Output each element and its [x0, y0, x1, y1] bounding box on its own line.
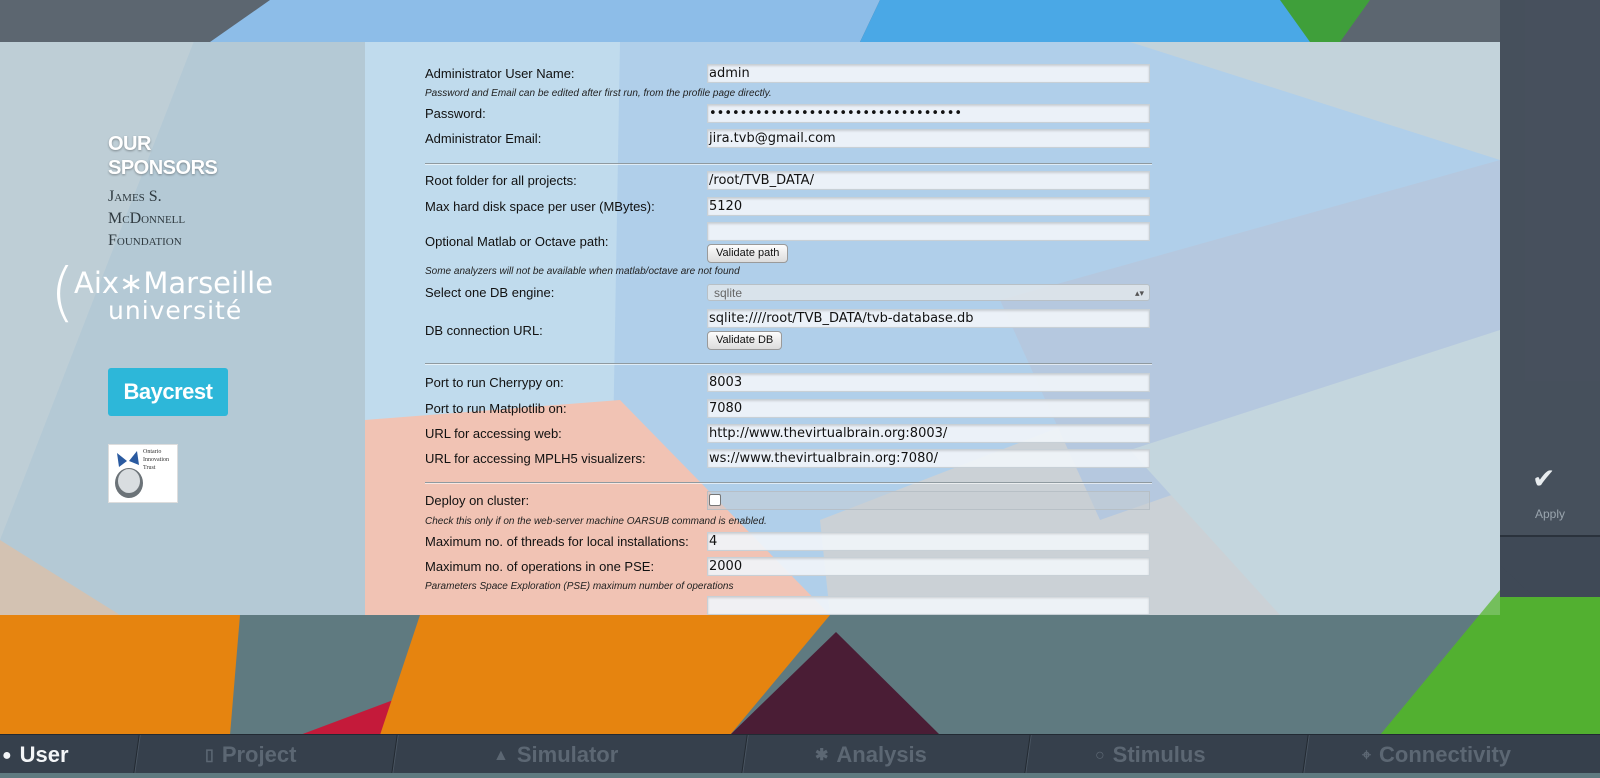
tab-simulator[interactable]: ▲ Simulator [493, 735, 618, 773]
pse-input[interactable]: 2000 [707, 557, 1150, 576]
admin-hint: Password and Email can be edited after f… [425, 88, 772, 99]
validate-path-button[interactable]: Validate path [707, 244, 789, 263]
root-folder-label: Root folder for all projects: [425, 173, 577, 188]
matlab-path-input[interactable] [707, 222, 1150, 241]
settings-form: Administrator User Name: admin Password … [365, 42, 1500, 615]
cherrypy-label: Port to run Cherrypy on: [425, 375, 564, 390]
user-icon: ● [2, 747, 12, 764]
action-panel: ✔ Apply [1500, 0, 1600, 597]
oit-text: Ontario Innovation Trust [143, 448, 177, 472]
matplotlib-port-input[interactable]: 7080 [707, 399, 1150, 418]
tab-label: Stimulus [1112, 742, 1206, 767]
cutoff-input[interactable] [707, 596, 1150, 615]
email-label: Administrator Email: [425, 131, 542, 146]
db-engine-label: Select one DB engine: [425, 285, 555, 300]
baycrest-logo: Baycrest [108, 368, 228, 416]
tab-label: Connectivity [1379, 742, 1512, 767]
action-panel-corner [1500, 535, 1600, 597]
sponsors-title-line: SPONSORS [108, 157, 218, 179]
cherrypy-port-input[interactable]: 8003 [707, 373, 1150, 392]
deploy-cluster-checkbox[interactable] [709, 494, 721, 506]
mcdonnell-line: McDonnell [108, 210, 186, 227]
apply-label: Apply [1534, 507, 1566, 521]
tab-label: Simulator [516, 742, 619, 767]
tab-divider [741, 735, 749, 773]
section-divider [425, 363, 1152, 365]
amu-line2: université [108, 296, 243, 325]
tab-project[interactable]: ▯ Project [205, 735, 296, 773]
email-input[interactable]: jira.tvb@gmail.com [707, 129, 1150, 148]
threads-input[interactable]: 4 [707, 532, 1150, 551]
section-divider [425, 163, 1152, 165]
aix-marseille-logo: ( Aix∗Marseille université [50, 258, 273, 332]
pse-hint: Parameters Space Exploration (PSE) maxim… [425, 581, 734, 592]
tab-stimulus[interactable]: ○ Stimulus [1095, 735, 1206, 773]
tab-divider [1024, 735, 1032, 773]
pse-label: Maximum no. of operations in one PSE: [425, 559, 655, 574]
password-input[interactable]: ••••••••••••••••••••••••••••••••• [707, 104, 1150, 123]
section-divider [425, 482, 1152, 484]
ontario-innovation-trust-logo: Ontario Innovation Trust [108, 444, 178, 503]
sponsors-title: OUR SPONSORS [108, 132, 248, 180]
pin-icon: ○ [1095, 747, 1105, 764]
disk-space-label: Max hard disk space per user (MBytes): [425, 199, 655, 214]
matlab-label: Optional Matlab or Octave path: [425, 234, 609, 249]
tab-divider [1302, 735, 1310, 773]
tab-label: Project [221, 742, 297, 767]
mcdonnell-line: Foundation [108, 232, 182, 249]
cluster-hint: Check this only if on the web-server mac… [425, 516, 767, 527]
validate-db-button[interactable]: Validate DB [707, 331, 783, 350]
sponsors-title-line: OUR [108, 133, 151, 155]
root-folder-input[interactable]: /root/TVB_DATA/ [707, 171, 1150, 190]
matlab-hint: Some analyzers will not be available whe… [425, 266, 740, 277]
db-url-input[interactable]: sqlite:////root/TVB_DATA/tvb-database.db [707, 309, 1150, 328]
tab-label: Analysis [836, 742, 927, 767]
amu-line1: Aix∗Marseille [74, 266, 274, 300]
action-panel-inner [1500, 0, 1600, 535]
select-arrows-icon: ▴▾ [1134, 288, 1144, 298]
amu-paren-mark: ( [50, 256, 75, 330]
db-engine-select[interactable]: sqlite ▴▾ [707, 284, 1150, 301]
matplotlib-label: Port to run Matplotlib on: [425, 401, 567, 416]
tab-divider [391, 735, 399, 773]
admin-name-label: Administrator User Name: [425, 66, 575, 81]
oit-line: Ontario [143, 449, 162, 455]
flask-icon: ▲ [493, 747, 509, 764]
db-engine-value: sqlite [714, 286, 743, 300]
db-url-label: DB connection URL: [425, 323, 543, 338]
butterfly-egg-icon [115, 451, 143, 498]
tab-connectivity[interactable]: ⌖ Connectivity [1362, 735, 1511, 773]
admin-name-input[interactable]: admin [707, 64, 1150, 83]
threads-label: Maximum no. of threads for local install… [425, 534, 689, 549]
mcdonnell-line: James S. [108, 188, 162, 205]
oit-line: Trust [143, 465, 156, 471]
tab-user[interactable]: ● User [2, 735, 69, 773]
main-navigation: ● User ▯ Project ▲ Simulator ✱ Analysis ○ Sti… [0, 734, 1600, 773]
disk-space-input[interactable]: 5120 [707, 197, 1150, 216]
mplh5-label: URL for accessing MPLH5 visualizers: [425, 451, 646, 466]
network-icon: ⌖ [1362, 747, 1372, 764]
checkmark-icon: ✔ [1532, 463, 1556, 494]
document-icon: ▯ [205, 747, 214, 764]
web-url-input[interactable]: http://www.thevirtualbrain.org:8003/ [707, 424, 1150, 443]
mcdonnell-foundation-logo: James S. McDonnell Foundation [108, 186, 258, 252]
mplh5-url-input[interactable]: ws://www.thevirtualbrain.org:7080/ [707, 449, 1150, 468]
web-url-label: URL for accessing web: [425, 426, 562, 441]
cluster-label: Deploy on cluster: [425, 493, 530, 508]
tab-divider [133, 735, 141, 773]
tab-analysis[interactable]: ✱ Analysis [815, 735, 927, 773]
password-label: Password: [425, 106, 486, 121]
oit-line: Innovation [143, 457, 169, 463]
top-band [0, 0, 1500, 42]
gear-icon: ✱ [815, 747, 829, 764]
cluster-field [707, 491, 1150, 510]
tab-label: User [19, 742, 69, 767]
sponsors-panel: OUR SPONSORS James S. McDonnell Foundati… [0, 42, 365, 615]
